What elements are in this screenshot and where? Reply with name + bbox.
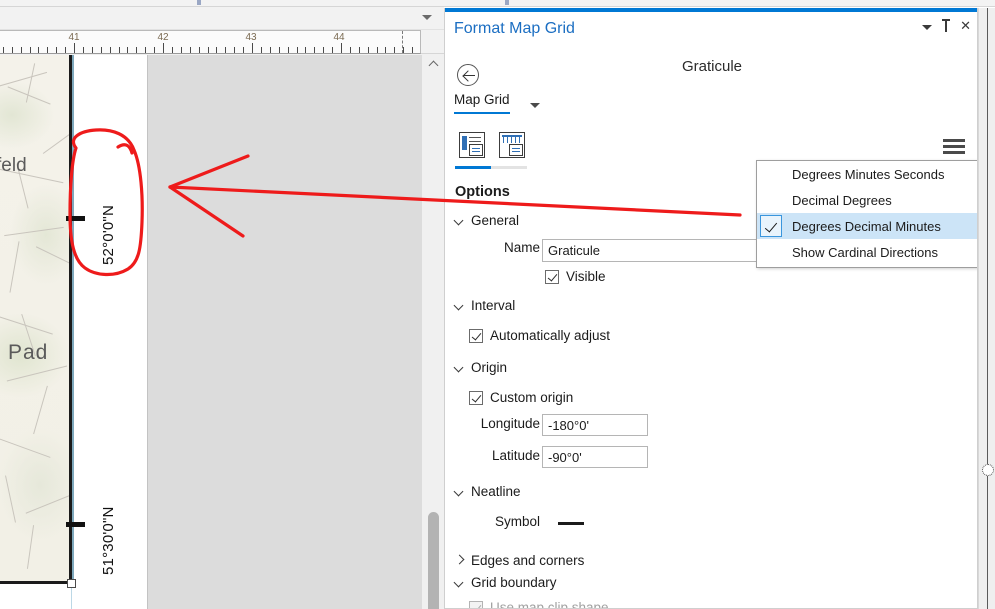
section-origin-label: Origin bbox=[471, 360, 508, 375]
ruler-corner bbox=[421, 30, 444, 54]
longitude-label: Longitude bbox=[480, 416, 540, 431]
latitude-label: Latitude bbox=[491, 448, 540, 463]
auto-adjust-checkbox-row[interactable]: Automatically adjust bbox=[469, 328, 610, 343]
section-interval-label: Interval bbox=[471, 298, 516, 313]
section-origin[interactable]: Origin bbox=[455, 360, 507, 375]
map-place-label: feld bbox=[0, 155, 27, 176]
section-edges-and-corners-label: Edges and corners bbox=[471, 553, 585, 568]
hamburger-menu-icon[interactable] bbox=[943, 139, 965, 155]
ruler-label: 43 bbox=[245, 32, 257, 43]
custom-origin-checkbox-row[interactable]: Custom origin bbox=[469, 390, 573, 405]
layout-guide-line bbox=[71, 588, 72, 609]
chevron-right-icon bbox=[455, 556, 464, 565]
menu-item-label: Show Cardinal Directions bbox=[792, 244, 938, 260]
ruler-label: 41 bbox=[68, 32, 80, 43]
menu-item-label: Decimal Degrees bbox=[792, 192, 892, 208]
map-image[interactable]: feld Pad bbox=[0, 55, 69, 583]
section-interval[interactable]: Interval bbox=[455, 298, 515, 313]
section-grid-boundary[interactable]: Grid boundary bbox=[455, 575, 557, 590]
pane-menu-caret-icon[interactable] bbox=[922, 24, 933, 30]
chevron-down-icon bbox=[455, 578, 464, 587]
section-edges-and-corners[interactable]: Edges and corners bbox=[455, 553, 584, 568]
ruler-guide-marker bbox=[402, 31, 403, 53]
icon-tabs-underline bbox=[455, 166, 527, 169]
name-input[interactable]: Graticule bbox=[542, 239, 759, 262]
chevron-down-icon[interactable] bbox=[422, 15, 432, 20]
pane-title: Format Map Grid bbox=[454, 20, 575, 37]
vertical-scrollbar[interactable] bbox=[421, 55, 444, 609]
use-map-clip-shape-row[interactable]: Use map clip shape bbox=[469, 600, 609, 609]
chevron-down-icon bbox=[455, 363, 464, 372]
map-frame-corner-handle[interactable] bbox=[67, 579, 76, 588]
custom-origin-checkbox[interactable] bbox=[469, 390, 483, 405]
check-icon bbox=[760, 163, 782, 185]
chevron-down-icon[interactable] bbox=[530, 103, 540, 108]
custom-origin-label: Custom origin bbox=[490, 390, 574, 405]
pin-icon[interactable] bbox=[941, 19, 951, 32]
layout-view: 41 42 43 44 eld Pad 52°0'0"N 51°30'0"N bbox=[0, 7, 444, 609]
chevron-down-icon bbox=[455, 301, 464, 310]
symbol-label: Symbol bbox=[494, 514, 540, 529]
pane-accent-bar bbox=[445, 8, 977, 12]
check-icon bbox=[760, 189, 782, 211]
ruler-label: 42 bbox=[157, 32, 169, 43]
screenshot-root: 41 42 43 44 eld Pad 52°0'0"N 51°30'0"N F… bbox=[0, 0, 995, 609]
section-grid-boundary-label: Grid boundary bbox=[471, 575, 557, 590]
ruler-ticks bbox=[0, 43, 420, 53]
latitude-input[interactable]: -90°0' bbox=[542, 446, 648, 468]
graticule-label-51-30: 51°30'0"N bbox=[100, 506, 117, 575]
options-tab-icon[interactable] bbox=[455, 131, 491, 165]
name-field-label: Name bbox=[503, 240, 540, 255]
longitude-input[interactable]: -180°0' bbox=[542, 414, 648, 436]
auto-adjust-checkbox[interactable] bbox=[469, 328, 483, 343]
check-icon bbox=[760, 241, 782, 263]
format-map-grid-pane: Format Map Grid ✕ Graticule Map Grid Opt… bbox=[444, 8, 978, 609]
tab-map-grid[interactable]: Map Grid bbox=[454, 92, 510, 114]
check-icon bbox=[760, 215, 782, 237]
splitter-line bbox=[987, 8, 988, 609]
options-heading: Options bbox=[455, 184, 510, 200]
menu-item-label: Degrees Decimal Minutes bbox=[792, 218, 941, 234]
map-neatline-bottom bbox=[0, 581, 72, 584]
use-map-clip-shape-checkbox[interactable] bbox=[469, 600, 483, 608]
section-general-label: General bbox=[471, 213, 520, 228]
close-icon[interactable]: ✕ bbox=[960, 19, 971, 32]
horizontal-ruler[interactable]: 41 42 43 44 bbox=[0, 30, 421, 54]
components-tab-icon[interactable] bbox=[495, 131, 531, 165]
scrollbar-thumb[interactable] bbox=[428, 512, 439, 609]
visible-checkbox[interactable] bbox=[545, 269, 559, 284]
menu-item-degrees-minutes-seconds[interactable]: Degrees Minutes Seconds bbox=[757, 161, 977, 187]
pane-subtitle: Graticule bbox=[681, 58, 743, 75]
splitter-handle-icon[interactable] bbox=[982, 464, 994, 476]
cut-off-toolbar-strip bbox=[0, 0, 995, 7]
menu-item-label: Degrees Minutes Seconds bbox=[792, 166, 945, 182]
ruler-label: 44 bbox=[333, 32, 345, 43]
graticule-label-52: 52°0'0"N bbox=[100, 205, 117, 265]
pane-splitter[interactable] bbox=[978, 8, 995, 609]
section-neatline-label: Neatline bbox=[471, 484, 521, 499]
menu-item-decimal-degrees[interactable]: Decimal Degrees bbox=[757, 187, 977, 213]
layout-view-topbar bbox=[0, 7, 444, 30]
symbol-swatch[interactable] bbox=[558, 522, 584, 525]
chevron-down-icon bbox=[455, 487, 464, 496]
pane-icon-tabs bbox=[455, 131, 531, 165]
pane-window-buttons: ✕ bbox=[922, 19, 971, 32]
visible-checkbox-row[interactable]: Visible bbox=[545, 269, 606, 284]
auto-adjust-label: Automatically adjust bbox=[490, 328, 611, 343]
section-neatline[interactable]: Neatline bbox=[455, 484, 521, 499]
graticule-tick bbox=[66, 216, 85, 221]
section-general[interactable]: General bbox=[455, 213, 519, 228]
scroll-up-arrow-icon[interactable] bbox=[422, 55, 444, 73]
map-frame-highlight bbox=[72, 55, 74, 584]
chevron-down-icon bbox=[455, 216, 464, 225]
layout-background bbox=[147, 55, 421, 609]
menu-item-show-cardinal-directions[interactable]: Show Cardinal Directions bbox=[757, 239, 977, 265]
page-canvas[interactable]: feld Pad 52°0'0"N 51°30'0"N bbox=[0, 55, 421, 609]
use-map-clip-shape-label: Use map clip shape bbox=[490, 600, 609, 609]
map-place-label: Pad bbox=[8, 341, 49, 364]
graticule-tick bbox=[66, 522, 85, 527]
label-format-context-menu[interactable]: Degrees Minutes Seconds Decimal Degrees … bbox=[756, 160, 977, 268]
menu-item-degrees-decimal-minutes[interactable]: Degrees Decimal Minutes bbox=[757, 213, 977, 239]
visible-label: Visible bbox=[566, 269, 606, 284]
